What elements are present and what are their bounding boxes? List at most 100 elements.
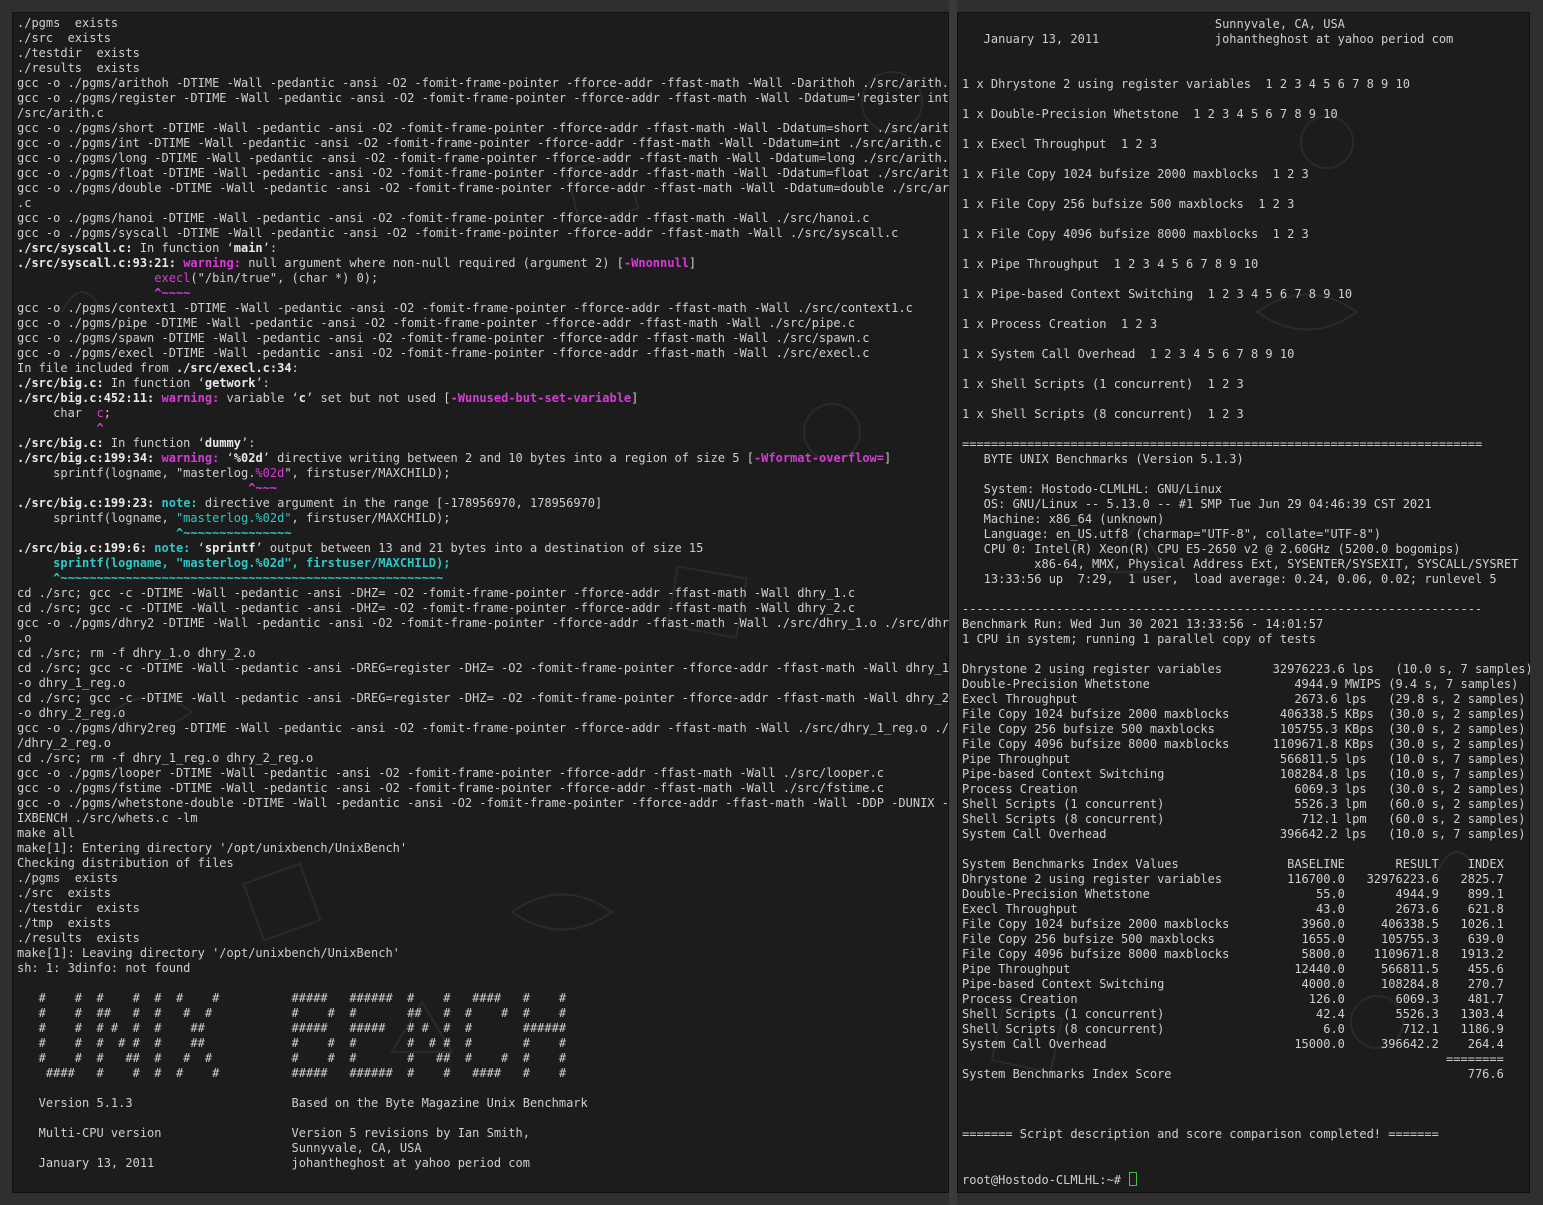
- terminal-text: ./src/syscall.c:: [17, 241, 133, 255]
- terminal-line: Sunnyvale, CA, USA: [962, 17, 1530, 32]
- terminal-line: File Copy 4096 bufsize 8000 maxblocks 11…: [962, 737, 1530, 752]
- terminal-line: # # # # # # # ##### ###### # # #### # #: [17, 991, 949, 1006]
- terminal-text: Dhrystone 2 using register variables 329…: [962, 662, 1530, 676]
- terminal-text: warning:: [161, 451, 220, 465]
- terminal-text: :: [291, 361, 299, 375]
- terminal-line: Shell Scripts (1 concurrent) 42.4 5526.3…: [962, 1007, 1530, 1022]
- pane-divider[interactable]: [949, 0, 957, 1205]
- terminal-text: ’:: [240, 436, 256, 450]
- terminal-line: cd ./src; gcc -c -DTIME -Wall -pedantic …: [17, 661, 949, 676]
- terminal-text: /src/arith.c: [17, 106, 104, 120]
- terminal-text: ‘: [219, 451, 234, 465]
- terminal-text: execl: [154, 271, 191, 285]
- terminal-text: Version 5.1.3 Based on the Byte Magazine…: [17, 1096, 588, 1110]
- terminal-line: ======= Script description and score com…: [962, 1127, 1530, 1142]
- terminal-line: ========================================…: [962, 437, 1530, 452]
- terminal-text: make[1]: Leaving directory '/opt/unixben…: [17, 946, 400, 960]
- terminal-line: ----------------------------------------…: [962, 602, 1530, 617]
- terminal-text: cd ./src; rm -f dhry_1.o dhry_2.o: [17, 646, 256, 660]
- terminal-line: BYTE UNIX Benchmarks (Version 5.1.3): [962, 452, 1530, 467]
- terminal-line: ========: [962, 1052, 1530, 1067]
- terminal-line: File Copy 1024 bufsize 2000 maxblocks 40…: [962, 707, 1530, 722]
- terminal-text: /dhry_2_reg.o: [17, 736, 111, 750]
- terminal-line: gcc -o ./pgms/spawn -DTIME -Wall -pedant…: [17, 331, 949, 346]
- right-terminal-pane[interactable]: Sunnyvale, CA, USA January 13, 2011 joha…: [957, 12, 1530, 1193]
- terminal-text: 1 x Dhrystone 2 using register variables…: [962, 77, 1410, 91]
- right-terminal-output: Sunnyvale, CA, USA January 13, 2011 joha…: [962, 17, 1530, 1188]
- terminal-line: ^~~~~: [17, 286, 949, 301]
- terminal-line: OS: GNU/Linux -- 5.13.0 -- #1 SMP Tue Ju…: [962, 497, 1530, 512]
- terminal-line: Process Creation 126.0 6069.3 481.7: [962, 992, 1530, 1007]
- terminal-line: Pipe Throughput 12440.0 566811.5 455.6: [962, 962, 1530, 977]
- terminal-text: ./src/big.c:: [17, 436, 104, 450]
- terminal-line: Machine: x86_64 (unknown): [962, 512, 1530, 527]
- terminal-text: gcc -o ./pgms/long -DTIME -Wall -pedanti…: [17, 151, 949, 165]
- terminal-cursor[interactable]: [1129, 1172, 1138, 1186]
- terminal-line: gcc -o ./pgms/dhry2 -DTIME -Wall -pedant…: [17, 616, 949, 631]
- terminal-line: Double-Precision Whetstone 55.0 4944.9 8…: [962, 887, 1530, 902]
- terminal-line: gcc -o ./pgms/float -DTIME -Wall -pedant…: [17, 166, 949, 181]
- terminal-text: ^~~~: [248, 481, 278, 495]
- terminal-text: gcc -o ./pgms/execl -DTIME -Wall -pedant…: [17, 346, 870, 360]
- terminal-line: Benchmark Run: Wed Jun 30 2021 13:33:56 …: [962, 617, 1530, 632]
- terminal-text: make all: [17, 826, 75, 840]
- terminal-line: 1 x Pipe-based Context Switching 1 2 3 4…: [962, 287, 1530, 302]
- terminal-line: root@Hostodo-CLMLHL:~#: [962, 1172, 1530, 1188]
- terminal-text: January 13, 2011 johantheghost at yahoo …: [962, 32, 1454, 46]
- terminal-text: 1 x File Copy 1024 bufsize 2000 maxblock…: [962, 167, 1309, 181]
- terminal-text: 1 CPU in system; running 1 parallel copy…: [962, 632, 1317, 646]
- terminal-line: -o dhry_1_reg.o: [17, 676, 949, 691]
- terminal-text: 1 x Double-Precision Whetstone 1 2 3 4 5…: [962, 107, 1338, 121]
- terminal-text: # # # ## # # # # # # # ## # # # #: [17, 1051, 567, 1065]
- terminal-text: # # # # # # ## ##### ##### # # # # #####…: [17, 1021, 567, 1035]
- terminal-line: make all: [17, 826, 949, 841]
- terminal-text: -Wformat-overflow=: [753, 451, 884, 465]
- terminal-line: gcc -o ./pgms/pipe -DTIME -Wall -pedanti…: [17, 316, 949, 331]
- terminal-text: ./results exists: [17, 61, 140, 75]
- terminal-text: In file included from: [17, 361, 176, 375]
- terminal-line: gcc -o ./pgms/execl -DTIME -Wall -pedant…: [17, 346, 949, 361]
- terminal-line: x86-64, MMX, Physical Address Ext, SYSEN…: [962, 557, 1530, 572]
- terminal-line: cd ./src; gcc -c -DTIME -Wall -pedantic …: [17, 586, 949, 601]
- left-terminal-pane[interactable]: ./pgms exists ./src exists ./testdir exist…: [12, 12, 949, 1193]
- terminal-line: ./results exists: [17, 931, 949, 946]
- terminal-line: 1 x File Copy 1024 bufsize 2000 maxblock…: [962, 167, 1530, 182]
- terminal-line: Shell Scripts (8 concurrent) 712.1 lpm (…: [962, 812, 1530, 827]
- terminal-text: File Copy 1024 bufsize 2000 maxblocks 39…: [962, 917, 1504, 931]
- terminal-line: Shell Scripts (1 concurrent) 5526.3 lpm …: [962, 797, 1530, 812]
- terminal-text: note:: [154, 541, 191, 555]
- terminal-line: Checking distribution of files: [17, 856, 949, 871]
- terminal-line: System: Hostodo-CLMLHL: GNU/Linux: [962, 482, 1530, 497]
- terminal-line: 1 x Process Creation 1 2 3: [962, 317, 1530, 332]
- terminal-text: cd ./src; gcc -c -DTIME -Wall -pedantic …: [17, 691, 949, 705]
- terminal-text: gcc -o ./pgms/syscall -DTIME -Wall -peda…: [17, 226, 899, 240]
- terminal-line: Sunnyvale, CA, USA: [17, 1141, 949, 1156]
- terminal-line: 1 x System Call Overhead 1 2 3 4 5 6 7 8…: [962, 347, 1530, 362]
- terminal-text: System Benchmarks Index Values BASELINE …: [962, 857, 1504, 871]
- terminal-text: cd ./src; gcc -c -DTIME -Wall -pedantic …: [17, 661, 949, 675]
- terminal-line: 1 x File Copy 256 bufsize 500 maxblocks …: [962, 197, 1530, 212]
- terminal-text: ./src/big.c:199:6:: [17, 541, 148, 555]
- terminal-line: cd ./src; rm -f dhry_1.o dhry_2.o: [17, 646, 949, 661]
- terminal-text: ^: [96, 421, 104, 435]
- terminal-text: ‘: [190, 541, 205, 555]
- terminal-text: File Copy 4096 bufsize 8000 maxblocks 11…: [962, 737, 1526, 751]
- terminal-text: make[1]: Entering directory '/opt/unixbe…: [17, 841, 408, 855]
- terminal-text: warning:: [161, 391, 220, 405]
- terminal-text: 1 x Shell Scripts (8 concurrent) 1 2 3: [962, 407, 1244, 421]
- terminal-text: File Copy 256 bufsize 500 maxblocks 1057…: [962, 722, 1526, 736]
- terminal-text: ’ output between 13 and 21 bytes into a …: [255, 541, 704, 555]
- terminal-text: ./src/big.c:: [17, 376, 104, 390]
- terminal-line: System Call Overhead 15000.0 396642.2 26…: [962, 1037, 1530, 1052]
